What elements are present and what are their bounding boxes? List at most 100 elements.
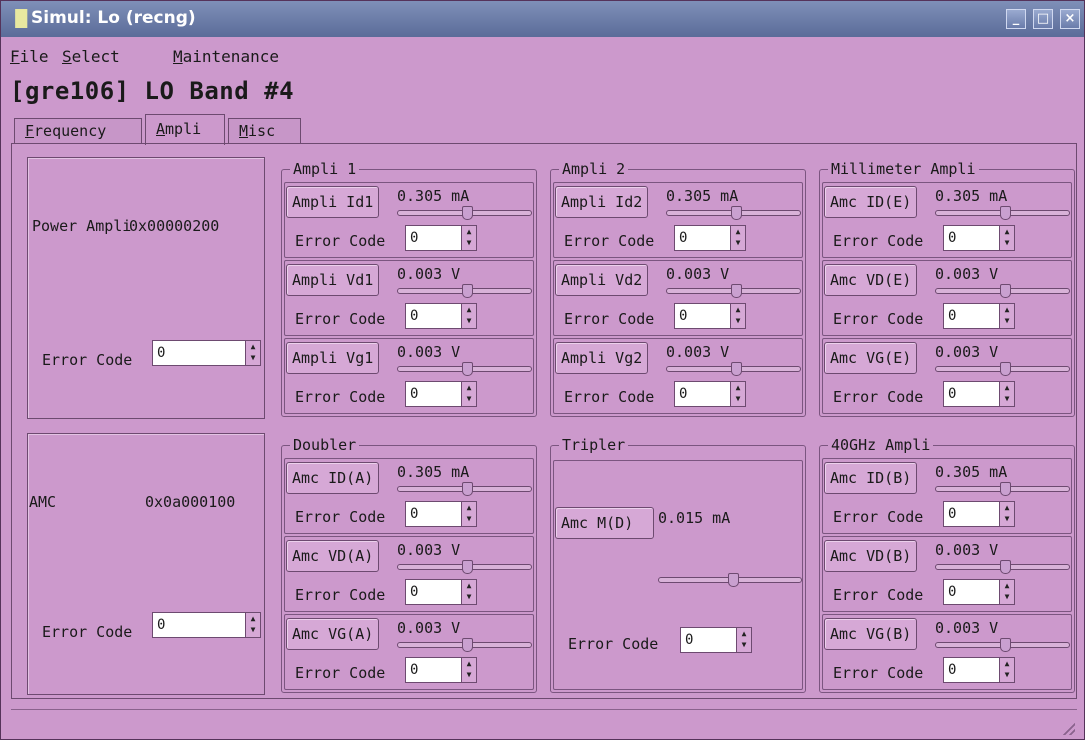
spinbox-arrows[interactable]: ▲ ▼ [999, 658, 1014, 682]
ampli-vg1-button[interactable]: Ampli Vg1 [286, 342, 380, 374]
amc-vg-a-button[interactable]: Amc VG(A) [286, 618, 380, 650]
error-code-spinbox[interactable]: 0 ▲ ▼ [943, 303, 1015, 329]
error-code-spinbox[interactable]: 0 ▲ ▼ [405, 381, 477, 407]
error-code-spinbox[interactable]: 0 ▲ ▼ [943, 381, 1015, 407]
spinbox-arrows[interactable]: ▲ ▼ [461, 502, 476, 526]
slider-handle[interactable] [462, 560, 473, 574]
error-code-spinbox[interactable]: 0 ▲ ▼ [674, 225, 746, 251]
error-code-spinbox[interactable]: 0 ▲ ▼ [943, 657, 1015, 683]
spinbox-arrows[interactable]: ▲ ▼ [999, 304, 1014, 328]
slider-handle[interactable] [1000, 638, 1011, 652]
error-code-spinbox[interactable]: 0 ▲ ▼ [405, 303, 477, 329]
amc-vg-a-slider[interactable] [397, 638, 532, 652]
spinbox-value: 0 [948, 506, 957, 522]
error-code-spinbox[interactable]: 0 ▲ ▼ [674, 381, 746, 407]
ampli-id2-button[interactable]: Ampli Id2 [555, 186, 649, 218]
spinbox-arrows[interactable]: ▲ ▼ [461, 304, 476, 328]
close-button[interactable]: × [1060, 9, 1080, 29]
amc-error-code-spinbox[interactable]: 0 ▲ ▼ [152, 612, 261, 638]
slider-handle[interactable] [1000, 284, 1011, 298]
spinbox-arrows[interactable]: ▲ ▼ [461, 658, 476, 682]
error-code-spinbox[interactable]: 0 ▲ ▼ [943, 501, 1015, 527]
spinbox-arrows[interactable]: ▲ ▼ [730, 226, 745, 250]
slider-handle[interactable] [462, 206, 473, 220]
amc-md-slider[interactable] [658, 573, 802, 587]
doubler-group-title: Doubler [290, 436, 360, 454]
menu-maintenance[interactable]: Maintenance [173, 47, 279, 66]
amc-md-button[interactable]: Amc M(D) [555, 507, 654, 539]
ampli-id1-value: 0.305 mA [397, 187, 470, 205]
slider-handle[interactable] [1000, 362, 1011, 376]
amc-vg-b-button[interactable]: Amc VG(B) [824, 618, 918, 650]
amc-vd-a-button[interactable]: Amc VD(A) [286, 540, 380, 572]
error-code-spinbox[interactable]: 0 ▲ ▼ [405, 501, 477, 527]
ampli-vg1-slider[interactable] [397, 362, 532, 376]
slider-handle[interactable] [731, 284, 742, 298]
amc-id-a-slider[interactable] [397, 482, 532, 496]
spinbox-arrows[interactable]: ▲ ▼ [461, 382, 476, 406]
amc-vg-b-slider[interactable] [935, 638, 1070, 652]
error-code-spinbox[interactable]: 0 ▲ ▼ [943, 225, 1015, 251]
spinbox-arrows[interactable]: ▲ ▼ [736, 628, 751, 652]
tab-ampli[interactable]: Ampli [145, 114, 225, 145]
menu-select[interactable]: Select [62, 47, 120, 66]
ampli-vg2-slider[interactable] [666, 362, 801, 376]
slider-handle[interactable] [731, 362, 742, 376]
slider-handle[interactable] [462, 638, 473, 652]
slider-handle[interactable] [728, 573, 739, 587]
ampli-vg2-button[interactable]: Ampli Vg2 [555, 342, 649, 374]
ampli-vd2-slider[interactable] [666, 284, 801, 298]
slider-handle[interactable] [731, 206, 742, 220]
spinbox-arrows[interactable]: ▲ ▼ [245, 613, 260, 637]
error-code-spinbox[interactable]: 0 ▲ ▼ [405, 657, 477, 683]
amc-id-a-button[interactable]: Amc ID(A) [286, 462, 380, 494]
spinbox-arrows[interactable]: ▲ ▼ [461, 580, 476, 604]
spinbox-arrows[interactable]: ▲ ▼ [999, 502, 1014, 526]
tab-frequency[interactable]: Frequency [14, 118, 142, 144]
minimize-button[interactable]: _ [1006, 9, 1026, 29]
resize-grip-icon[interactable] [1063, 723, 1075, 735]
amc-id-e-button[interactable]: Amc ID(E) [824, 186, 918, 218]
slider-handle[interactable] [1000, 206, 1011, 220]
ampli-vd1-button[interactable]: Ampli Vd1 [286, 264, 380, 296]
ampli-vd2-button[interactable]: Ampli Vd2 [555, 264, 649, 296]
amc-vd-b-slider[interactable] [935, 560, 1070, 574]
error-code-spinbox[interactable]: 0 ▲ ▼ [405, 225, 477, 251]
ampli-id1-button[interactable]: Ampli Id1 [286, 186, 380, 218]
spinbox-arrows[interactable]: ▲ ▼ [461, 226, 476, 250]
spinbox-arrows[interactable]: ▲ ▼ [730, 382, 745, 406]
power-ampli-error-code-spinbox[interactable]: 0 ▲ ▼ [152, 340, 261, 366]
spinbox-arrows[interactable]: ▲ ▼ [730, 304, 745, 328]
ampli-id2-slider[interactable] [666, 206, 801, 220]
spinbox-arrows[interactable]: ▲ ▼ [245, 341, 260, 365]
maximize-button[interactable]: □ [1033, 9, 1053, 29]
amc-vd-e-slider[interactable] [935, 284, 1070, 298]
slider-handle[interactable] [462, 482, 473, 496]
spinbox-arrows[interactable]: ▲ ▼ [999, 580, 1014, 604]
slider-handle[interactable] [1000, 482, 1011, 496]
amc-id-b-button[interactable]: Amc ID(B) [824, 462, 918, 494]
menu-file[interactable]: File [10, 47, 49, 66]
amc-vd-e-button[interactable]: Amc VD(E) [824, 264, 918, 296]
amc-vg-e-button[interactable]: Amc VG(E) [824, 342, 918, 374]
amc-vd-a-slider[interactable] [397, 560, 532, 574]
spinbox-arrows[interactable]: ▲ ▼ [999, 226, 1014, 250]
tab-misc[interactable]: Misc [228, 118, 301, 144]
error-code-spinbox[interactable]: 0 ▲ ▼ [405, 579, 477, 605]
amc-vd-b-button[interactable]: Amc VD(B) [824, 540, 918, 572]
page-title: [gre106] LO Band #4 [10, 77, 295, 105]
amc-id-b-slider[interactable] [935, 482, 1070, 496]
spinbox-value: 0 [679, 230, 688, 246]
slider-handle[interactable] [462, 284, 473, 298]
spinbox-arrows[interactable]: ▲ ▼ [999, 382, 1014, 406]
slider-handle[interactable] [1000, 560, 1011, 574]
slider-handle[interactable] [462, 362, 473, 376]
error-code-spinbox[interactable]: 0 ▲ ▼ [943, 579, 1015, 605]
tripler-error-code-spinbox[interactable]: 0 ▲ ▼ [680, 627, 752, 653]
title-bar[interactable]: ▐▌ Simul: Lo (recng) _ □ × [1, 1, 1084, 37]
amc-vg-e-slider[interactable] [935, 362, 1070, 376]
ampli-id1-slider[interactable] [397, 206, 532, 220]
amc-id-e-slider[interactable] [935, 206, 1070, 220]
error-code-spinbox[interactable]: 0 ▲ ▼ [674, 303, 746, 329]
ampli-vd1-slider[interactable] [397, 284, 532, 298]
